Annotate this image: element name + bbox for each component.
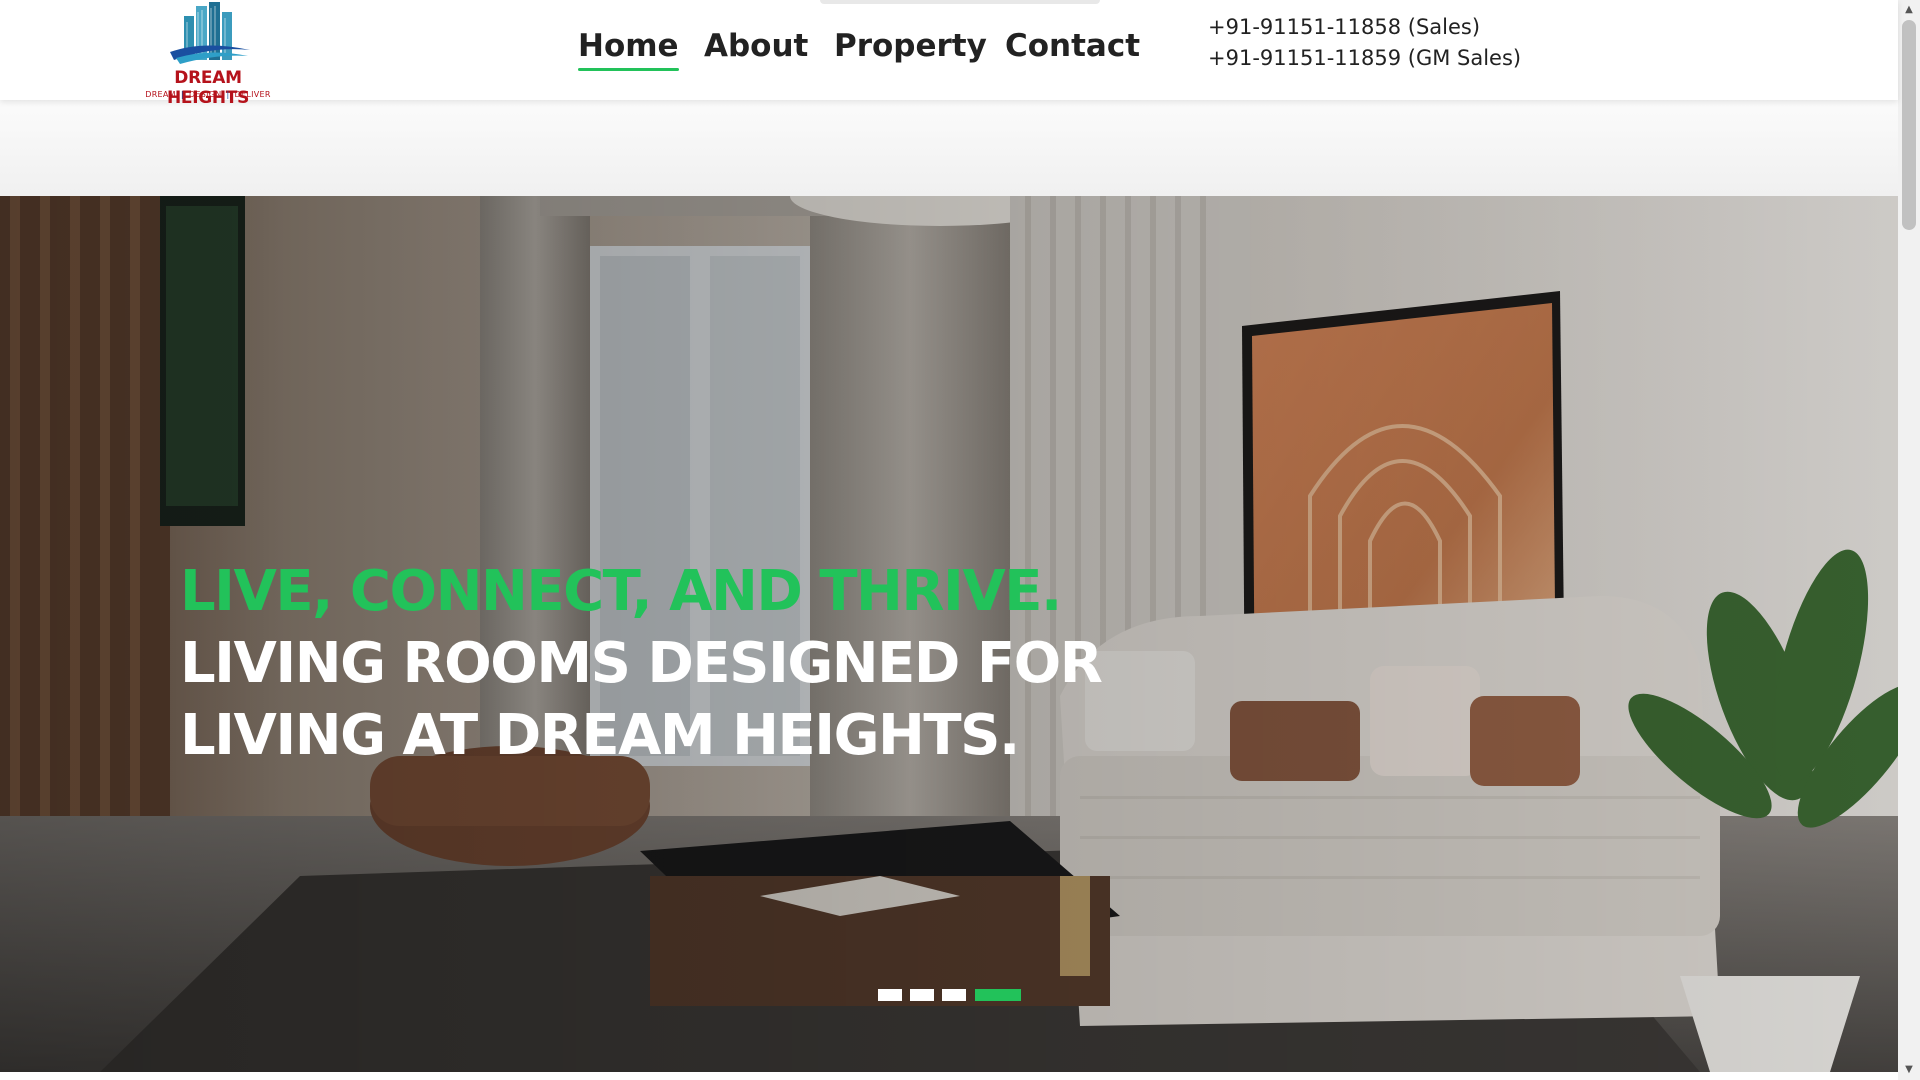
logo-tagline: DREAM | DESIGN | DELIVER [145,90,271,99]
top-tab-decoration [820,0,1100,4]
logo-wordmark: DREAM HEIGHTS [166,68,250,108]
arrow-down-icon[interactable]: ▼ [1898,1060,1920,1080]
phone-sales[interactable]: +91-91151-11858 (Sales) [1208,12,1521,43]
slide-dot-4[interactable] [975,989,1021,1001]
tagline-deliver: DELIVER [234,90,271,99]
nav-property[interactable]: Property [834,24,987,68]
site-header: DREAM HEIGHTS DREAM | DESIGN | DELIVER Home … [0,0,1898,108]
scrollbar-thumb[interactable] [1902,20,1916,230]
building-skyline-icon [170,2,250,64]
hero-headline: LIVE, CONNECT, AND THRIVE. LIVING ROOMS … [180,556,1103,772]
contact-phones: +91-91151-11858 (Sales) +91-91151-11859 … [1208,12,1521,74]
slide-dot-2[interactable] [910,989,934,1001]
hero-headline-line2: LIVING ROOMS DESIGNED FOR [180,631,1103,696]
arrow-up-icon[interactable]: ▲ [1898,0,1920,20]
nav-about[interactable]: About [704,24,808,68]
tagline-design: DESIGN [188,90,222,99]
header-spacer-band [0,100,1898,196]
hero-headline-line3: LIVING AT DREAM HEIGHTS. [180,703,1020,768]
slide-dot-1[interactable] [878,989,902,1001]
tagline-dream: DREAM [145,90,176,99]
hero-headline-accent: LIVE, CONNECT, AND THRIVE. [180,559,1062,624]
nav-home[interactable]: Home [578,24,679,71]
page-scrollbar[interactable]: ▲ ▼ [1898,0,1920,1080]
site-logo[interactable]: DREAM HEIGHTS DREAM | DESIGN | DELIVER [138,0,278,108]
hero-slider: LIVE, CONNECT, AND THRIVE. LIVING ROOMS … [0,196,1898,1072]
slide-dot-3[interactable] [942,989,966,1001]
phone-gm-sales[interactable]: +91-91151-11859 (GM Sales) [1208,43,1521,74]
nav-contact[interactable]: Contact [1005,24,1140,68]
